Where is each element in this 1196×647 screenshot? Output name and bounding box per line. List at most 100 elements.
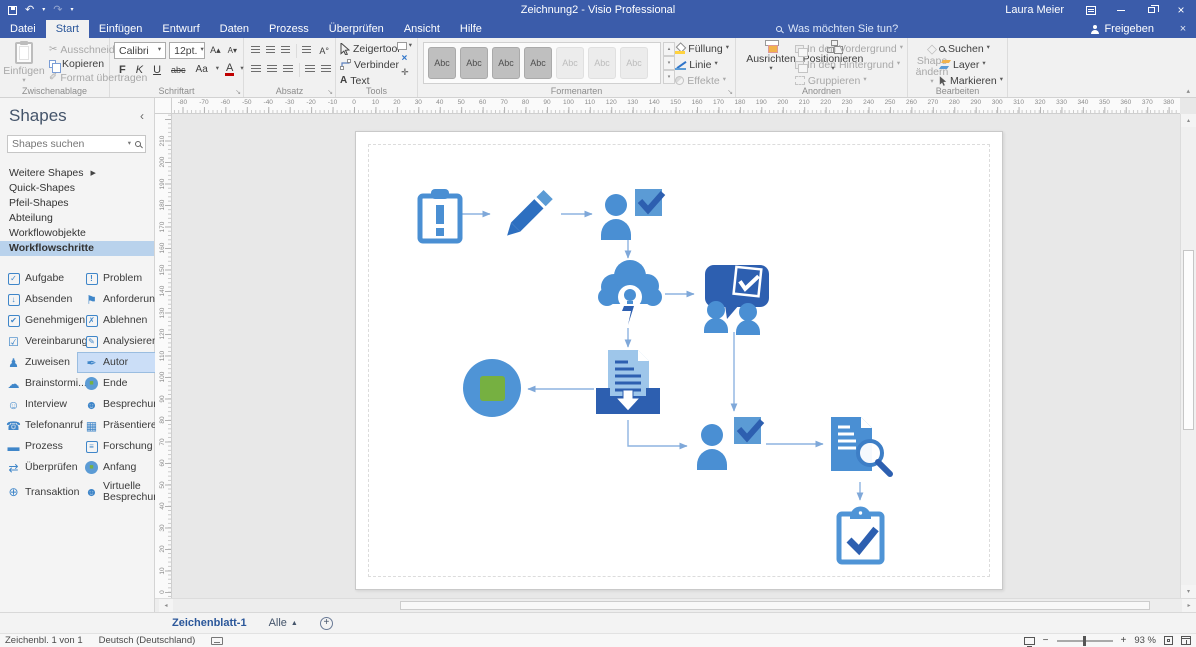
style-swatch[interactable]: Abc — [620, 47, 648, 79]
stencil-item-interview[interactable]: ☺ Interview — [0, 395, 78, 414]
line-button[interactable]: Linie ▾ — [675, 57, 729, 72]
tab-einfuegen[interactable]: Einfügen — [89, 20, 152, 38]
zoom-in-button[interactable]: + — [1121, 636, 1127, 646]
style-swatch[interactable]: Abc — [492, 47, 520, 79]
stencil-item-telefonanruf[interactable]: ☎ Telefonanruf — [0, 416, 78, 435]
customize-qat-icon[interactable]: ▾ — [70, 7, 73, 13]
forschung-document-shape[interactable] — [831, 417, 890, 474]
stencil-item-autor[interactable]: ✒ Autor — [78, 353, 155, 372]
align-button[interactable]: Ausrichten ▾ — [740, 38, 802, 73]
tab-datei[interactable]: Datei — [0, 20, 46, 38]
user-name[interactable]: Laura Meier — [993, 4, 1076, 16]
gallery-down-button[interactable]: ▾ — [663, 56, 675, 70]
stencil-item-analysieren[interactable]: ✎ Analysieren — [78, 332, 155, 351]
style-swatch[interactable]: Abc — [524, 47, 552, 79]
shapes-search-box[interactable]: ▾ — [7, 135, 146, 153]
connection-point-tool-icon[interactable]: ✛ — [401, 68, 408, 77]
stencil-item-aufgabe[interactable]: ✓ Aufgabe — [0, 269, 78, 288]
add-page-button[interactable]: + — [320, 617, 333, 630]
font-color-button[interactable]: A — [225, 63, 234, 76]
align-left-icon[interactable] — [251, 65, 261, 74]
presentation-mode-icon[interactable] — [1024, 637, 1035, 645]
category-abteilung[interactable]: Abteilung — [0, 211, 154, 226]
scroll-down-icon[interactable]: ▾ — [1181, 585, 1196, 598]
bring-to-front-button[interactable]: In den Vordergrund ▾ — [795, 41, 903, 56]
fill-button[interactable]: Füllung ▾ — [675, 41, 729, 56]
stencil-item-forschung[interactable]: ≡ Forschung — [78, 437, 155, 456]
stencil-item-praesentieren[interactable]: ▦ Präsentieren — [78, 416, 155, 435]
bold-button[interactable]: F — [117, 64, 128, 76]
category-weitere-shapes[interactable]: Weitere Shapes ▶ — [0, 166, 154, 181]
align-right-icon[interactable] — [283, 65, 293, 74]
close-window-button[interactable]: × — [1170, 20, 1196, 38]
grow-font-button[interactable]: A▴ — [208, 45, 223, 56]
vertical-scrollbar[interactable]: ▴ ▾ — [1180, 114, 1196, 598]
macro-status-icon[interactable] — [211, 637, 223, 645]
category-pfeil-shapes[interactable]: Pfeil-Shapes — [0, 196, 154, 211]
ribbon-display-options-button[interactable] — [1076, 0, 1106, 20]
zuweisen-person-shape[interactable] — [697, 417, 762, 470]
increase-indent-icon[interactable] — [321, 65, 331, 74]
strikethrough-button[interactable]: abc — [169, 65, 188, 75]
category-workflowschritte[interactable]: Workflowschritte — [0, 241, 154, 256]
align-middle-icon[interactable] — [266, 46, 275, 55]
tab-hilfe[interactable]: Hilfe — [450, 20, 492, 38]
restore-button[interactable] — [1136, 0, 1166, 20]
page-tab-zeichenblatt-1[interactable]: Zeichenblatt-1 — [172, 617, 247, 629]
save-icon[interactable] — [8, 6, 17, 15]
zoom-level[interactable]: 93 % — [1134, 635, 1156, 646]
aufgabe-clipboard-shape[interactable] — [839, 507, 882, 563]
close-button[interactable]: × — [1166, 0, 1196, 20]
underline-button[interactable]: U — [151, 64, 163, 76]
style-swatch[interactable]: Abc — [428, 47, 456, 79]
shapes-search-icon[interactable] — [135, 141, 141, 147]
stencil-item-transaktion[interactable]: ⊕ Transaktion — [0, 479, 78, 505]
stencil-item-besprechung[interactable]: ☻ Besprechung — [78, 395, 155, 414]
rectangle-tool-button[interactable]: ▾ — [397, 42, 412, 50]
paste-button[interactable]: Einfügen ▾ — [4, 41, 44, 84]
shrink-font-button[interactable]: A▾ — [226, 46, 239, 55]
stencil-item-problem[interactable]: ! Problem — [78, 269, 155, 288]
meeting-shape[interactable] — [704, 265, 769, 335]
connection-cancel-icon[interactable]: × — [401, 54, 407, 64]
bullet-list-icon[interactable] — [302, 46, 311, 55]
drawing-page[interactable] — [355, 131, 1003, 590]
zoom-out-button[interactable]: − — [1043, 636, 1049, 646]
align-top-icon[interactable] — [251, 46, 260, 55]
tab-prozess[interactable]: Prozess — [259, 20, 319, 38]
connector-7[interactable] — [628, 420, 687, 446]
style-swatch[interactable]: Abc — [556, 47, 584, 79]
stencil-item-zuweisen[interactable]: ♟ Zuweisen — [0, 353, 78, 372]
all-pages-button[interactable]: Alle ▲ — [269, 617, 298, 629]
tab-ueberpruefen[interactable]: Überprüfen — [319, 20, 394, 38]
horizontal-scroll-thumb[interactable] — [400, 601, 1150, 610]
style-swatch[interactable]: Abc — [588, 47, 616, 79]
language-status[interactable]: Deutsch (Deutschland) — [99, 635, 196, 646]
stencil-item-genehmigen[interactable]: ✔ Genehmigen — [0, 311, 78, 330]
stencil-item-brainstorming[interactable]: ☁ Brainstormi... — [0, 374, 78, 393]
zoom-slider[interactable] — [1057, 640, 1113, 642]
font-family-select[interactable]: Calibri ▾ — [114, 42, 166, 59]
brainstorming-cloud-shape[interactable] — [598, 260, 662, 325]
fit-page-icon[interactable] — [1164, 636, 1173, 645]
scroll-left-icon[interactable]: ◂ — [159, 599, 173, 612]
ende-circle-shape[interactable] — [463, 359, 521, 417]
style-swatch[interactable]: Abc — [460, 47, 488, 79]
gallery-more-button[interactable]: ▾ — [663, 70, 675, 84]
undo-icon[interactable]: ↶ — [25, 5, 34, 16]
collapse-panel-icon[interactable]: ‹ — [140, 109, 144, 123]
italic-button[interactable]: K — [134, 64, 145, 76]
gallery-up-button[interactable]: ▴ — [663, 42, 675, 56]
change-case-button[interactable]: Aa — [194, 64, 210, 75]
genehmigen-person-shape[interactable] — [601, 189, 663, 240]
drawing-viewport[interactable] — [172, 114, 1180, 598]
layers-button[interactable]: Layer ▾ — [939, 57, 1003, 72]
stencil-item-virtuelle-besprechung[interactable]: ☻ Virtuelle Besprechung — [78, 479, 155, 505]
tab-daten[interactable]: Daten — [210, 20, 259, 38]
category-workflowobjekte[interactable]: Workflowobjekte — [0, 226, 154, 241]
stencil-item-prozess[interactable]: ▬ Prozess — [0, 437, 78, 456]
align-center-icon[interactable] — [267, 65, 277, 74]
search-dropdown-icon[interactable]: ▾ — [128, 141, 131, 148]
undo-dropdown-icon[interactable]: ▾ — [42, 7, 45, 13]
tab-entwurf[interactable]: Entwurf — [152, 20, 209, 38]
